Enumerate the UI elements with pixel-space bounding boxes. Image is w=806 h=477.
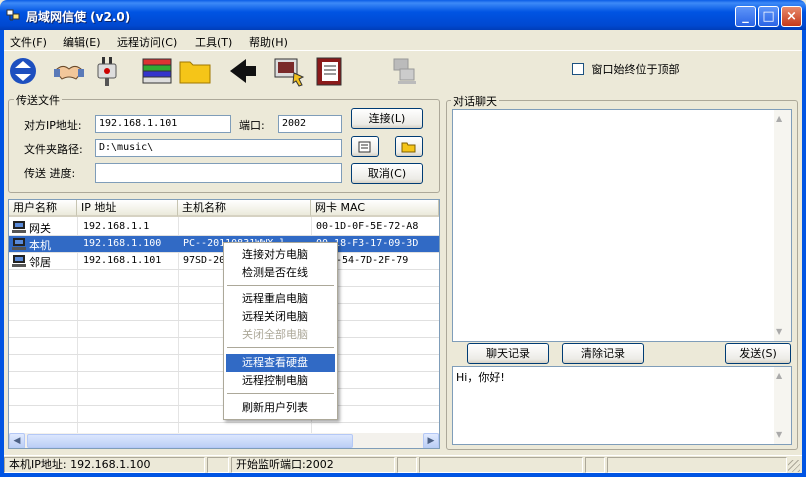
folder-icon[interactable] <box>178 55 212 87</box>
window-title: 局域网信使 (v2.0) <box>26 10 131 24</box>
back-arrow-icon[interactable] <box>226 55 260 87</box>
app-icon <box>6 9 20 21</box>
menu-item-remote-shutdown[interactable]: 远程关闭电脑 <box>226 308 335 326</box>
status-pane <box>207 457 229 473</box>
cell-ip: 192.168.1.100 <box>83 238 162 249</box>
open-folder-icon <box>401 142 416 153</box>
menu-bar: 文件(F) 编辑(E) 远程访问(C) 工具(T) 帮助(H) <box>4 31 802 49</box>
menu-item-remote-restart[interactable]: 远程重启电脑 <box>226 290 335 308</box>
handshake-icon[interactable] <box>52 55 86 87</box>
connect-button[interactable]: 连接(L) <box>351 108 423 129</box>
menu-edit[interactable]: 编辑(E) <box>63 34 101 50</box>
table-row[interactable]: 网关 192.168.1.1 00-1D-0F-5E-72-A8 <box>9 219 439 236</box>
close-button[interactable]: × <box>781 6 802 27</box>
ip-address-label: 对方IP地址: <box>24 119 82 132</box>
chat-history[interactable]: ▲ ▼ <box>452 109 792 342</box>
address-book-icon[interactable] <box>312 55 346 87</box>
scroll-down-icon[interactable]: ▼ <box>776 430 782 439</box>
properties-icon <box>358 141 371 153</box>
scroll-up-icon[interactable]: ▲ <box>776 114 782 123</box>
menu-item-check-online[interactable]: 检测是否在线 <box>226 264 335 282</box>
cell-name: 本机 <box>29 239 51 252</box>
scroll-right-icon[interactable]: ▶ <box>423 433 439 448</box>
cell-mac: 00-1D-0F-5E-72-A8 <box>316 221 419 232</box>
scroll-up-icon[interactable]: ▲ <box>776 371 782 380</box>
computer-icon <box>12 221 26 233</box>
browse-folder-button[interactable] <box>395 136 423 157</box>
progress-label: 传送 进度: <box>24 167 76 180</box>
port-label: 端口: <box>239 119 265 132</box>
chat-history-button[interactable]: 聊天记录 <box>467 343 549 364</box>
status-pane <box>397 457 417 473</box>
window-border-right <box>802 30 806 477</box>
always-on-top-option[interactable]: 窗口始终位于顶部 <box>572 61 680 77</box>
scroll-thumb[interactable] <box>27 434 353 448</box>
send-button[interactable]: 发送(S) <box>725 343 791 364</box>
window-border-bottom <box>0 473 806 477</box>
maximize-button[interactable]: □ <box>758 6 779 27</box>
column-header-host[interactable]: 主机名称 <box>178 200 311 217</box>
always-on-top-checkbox[interactable] <box>572 63 584 75</box>
title-bar[interactable]: 局域网信使 (v2.0) _ □ × <box>0 0 806 30</box>
computer-icon <box>12 238 26 250</box>
cell-ip: 192.168.1.1 <box>83 221 150 232</box>
resize-grip-icon[interactable] <box>788 460 800 472</box>
menu-separator <box>227 347 334 348</box>
status-bar: 本机IP地址: 192.168.1.100 开始监听端口:2002 <box>4 455 802 473</box>
menu-item-shutdown-all: 关闭全部电脑 <box>242 328 308 341</box>
scroll-down-icon[interactable]: ▼ <box>776 327 782 336</box>
computer-icon <box>12 255 26 267</box>
chat-history-scrollbar[interactable]: ▲ ▼ <box>774 110 791 341</box>
column-header-name[interactable]: 用户名称 <box>9 200 77 217</box>
menu-tools[interactable]: 工具(T) <box>195 34 232 50</box>
context-menu: 连接对方电脑 检测是否在线 远程重启电脑 远程关闭电脑 关闭全部电脑 远程查看硬… <box>223 242 338 420</box>
status-pane <box>585 457 605 473</box>
cell-ip: 192.168.1.101 <box>83 255 162 266</box>
menu-item-view-disk[interactable]: 远程查看硬盘 <box>226 354 335 372</box>
status-listen-port: 开始监听端口:2002 <box>231 457 395 473</box>
column-header-mac[interactable]: 网卡 MAC <box>311 200 439 217</box>
menu-separator <box>227 393 334 394</box>
menu-item-connect[interactable]: 连接对方电脑 <box>226 246 335 264</box>
chat-group-label: 对话聊天 <box>451 93 499 109</box>
menu-file[interactable]: 文件(F) <box>10 34 47 50</box>
status-pane <box>607 457 787 473</box>
menu-remote[interactable]: 远程访问(C) <box>117 34 177 50</box>
transfer-progress-bar <box>95 163 342 183</box>
menu-separator <box>227 285 334 286</box>
always-on-top-label: 窗口始终位于顶部 <box>591 63 680 76</box>
menu-item-remote-control[interactable]: 远程控制电脑 <box>226 372 335 390</box>
cell-name: 邻居 <box>29 256 51 269</box>
folder-path-input[interactable]: D:\music\ <box>95 139 342 157</box>
ip-address-input[interactable]: 192.168.1.101 <box>95 115 231 133</box>
cancel-button[interactable]: 取消(C) <box>351 163 423 184</box>
file-transfer-group-label: 传送文件 <box>14 92 62 108</box>
cell-mac: 4-54-7D-2F-79 <box>330 255 409 266</box>
status-local-ip: 本机IP地址: 192.168.1.100 <box>4 457 205 473</box>
clear-history-button[interactable]: 清除记录 <box>562 343 644 364</box>
chat-input-text: Hi，你好! <box>456 371 505 384</box>
window-border-left <box>0 30 4 477</box>
column-header-ip[interactable]: IP 地址 <box>77 200 178 217</box>
properties-button[interactable] <box>351 136 379 157</box>
port-input[interactable]: 2002 <box>278 115 342 133</box>
horizontal-scrollbar[interactable]: ◀ ▶ <box>9 433 439 448</box>
plug-icon[interactable] <box>90 55 124 87</box>
menu-help[interactable]: 帮助(H) <box>249 34 288 50</box>
toolbar <box>4 50 802 90</box>
books-icon[interactable] <box>140 55 174 87</box>
folder-path-label: 文件夹路径: <box>24 143 83 156</box>
chat-input-scrollbar[interactable]: ▲ ▼ <box>774 367 791 444</box>
status-pane <box>419 457 583 473</box>
minimize-button[interactable]: _ <box>735 6 756 27</box>
network-computers-icon <box>393 58 416 84</box>
menu-item-refresh-list[interactable]: 刷新用户列表 <box>226 399 335 417</box>
cell-name: 网关 <box>29 222 51 235</box>
chat-input[interactable]: Hi，你好! ▲ ▼ <box>452 366 792 445</box>
refresh-arrows-icon[interactable] <box>6 55 40 87</box>
remote-control-icon[interactable] <box>272 55 306 87</box>
scroll-left-icon[interactable]: ◀ <box>9 433 25 448</box>
